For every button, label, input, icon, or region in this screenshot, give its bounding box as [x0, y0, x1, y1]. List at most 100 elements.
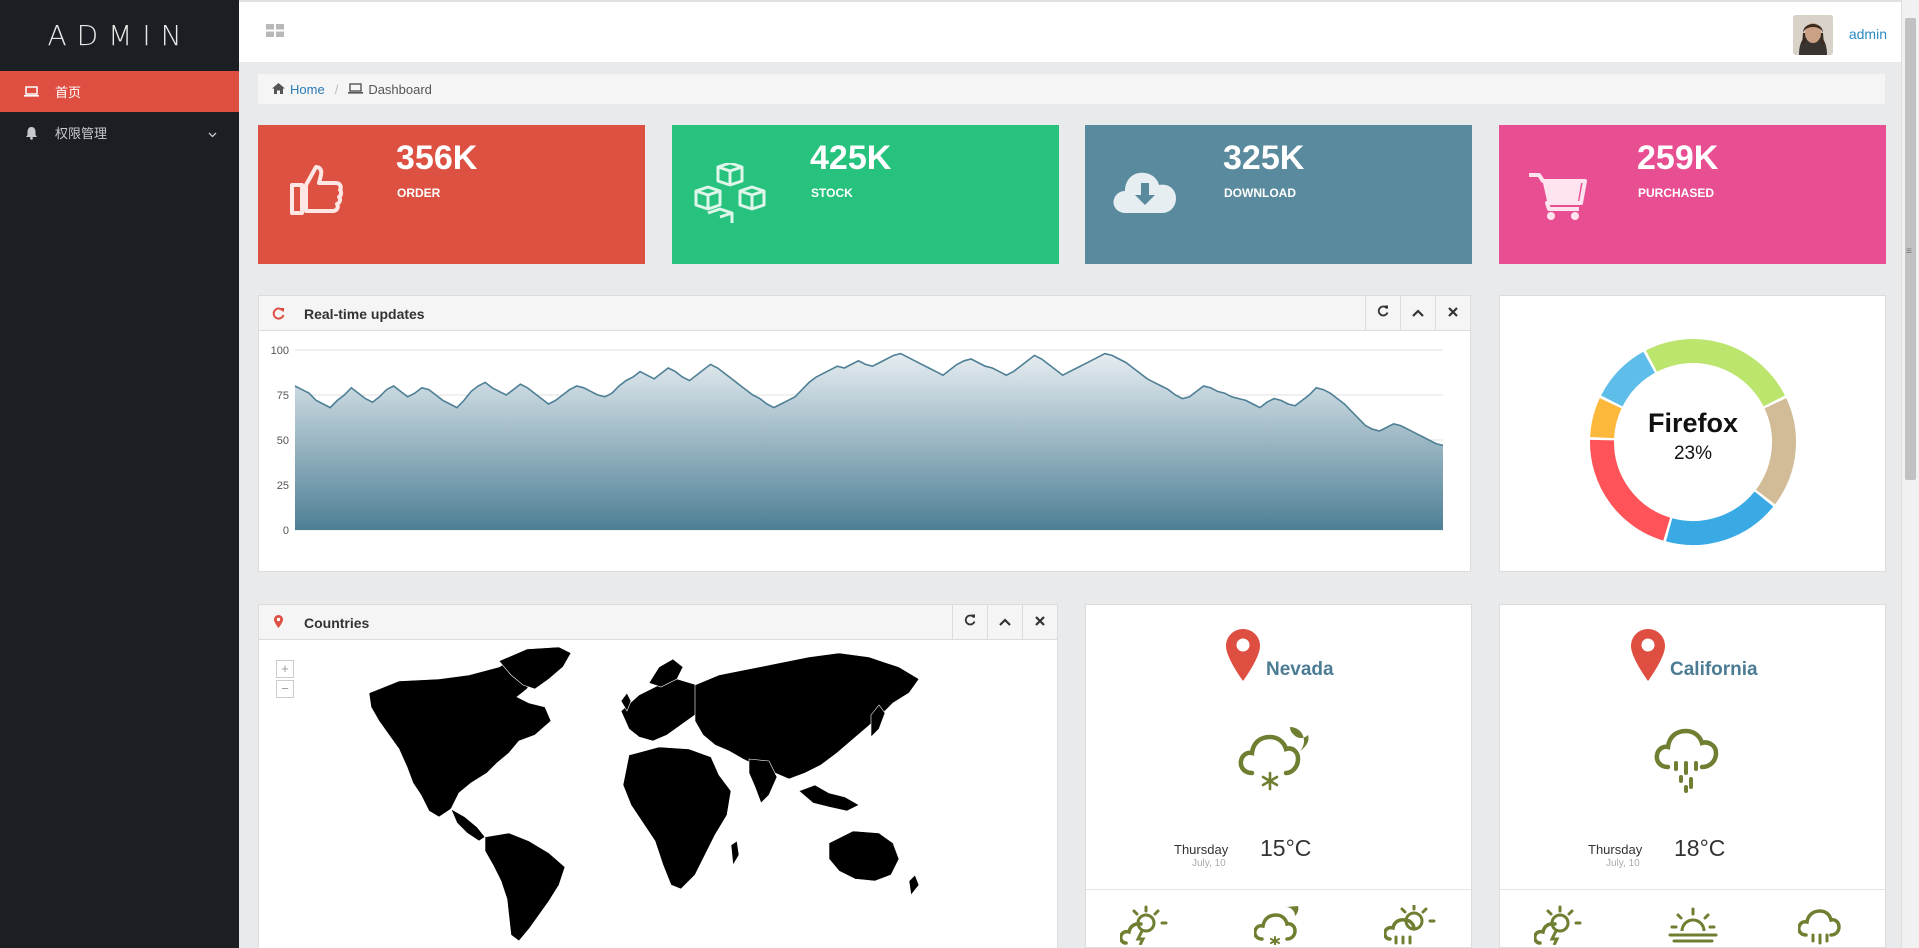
- close-icon: [1448, 304, 1458, 322]
- sun-cloud-lightning-icon: [1533, 905, 1588, 948]
- y-tick-label: 50: [277, 435, 289, 447]
- avatar[interactable]: [1793, 15, 1833, 55]
- madagascar-shape: [730, 840, 740, 866]
- close-button[interactable]: [1022, 605, 1057, 639]
- map-zoom-in-button[interactable]: +: [276, 660, 294, 678]
- weather-divider: [1086, 889, 1471, 890]
- australia-shape: [828, 830, 900, 882]
- order-label: ORDER: [397, 186, 441, 200]
- asia-shape: [694, 652, 920, 780]
- breadcrumb-separator: /: [334, 81, 339, 97]
- purchased-label: PURCHASED: [1638, 186, 1715, 200]
- weather-date: July, 10: [1192, 858, 1226, 869]
- weather-city: Nevada: [1266, 659, 1334, 680]
- sidebar-item-label: 首页: [55, 85, 82, 100]
- donut-slice[interactable]: [1755, 398, 1796, 505]
- africa-shape: [622, 746, 732, 890]
- page-scrollbar[interactable]: ≡: [1901, 0, 1919, 948]
- home-icon: [272, 82, 285, 97]
- close-icon: [1035, 613, 1045, 631]
- order-stat-tile[interactable]: 356K ORDER: [258, 125, 645, 264]
- stock-stat-tile[interactable]: 425K STOCK: [672, 125, 1059, 264]
- donut-center-value: 23%: [1674, 443, 1712, 464]
- cloud-rain-icon: [1797, 905, 1844, 948]
- map-marker-icon: [1226, 629, 1260, 686]
- y-tick-label: 25: [277, 480, 289, 492]
- weather-card-california: California Thursday July, 10 18°C: [1499, 604, 1886, 948]
- donut-center-label: Firefox: [1648, 408, 1738, 438]
- southeast-asia-shape: [798, 784, 860, 812]
- y-tick-label: 100: [271, 345, 289, 357]
- bell-icon: [22, 126, 40, 140]
- chevron-down-icon: [208, 126, 217, 141]
- map-zoom-out-button[interactable]: −: [276, 680, 294, 698]
- sidebar-item-home[interactable]: 首页: [0, 71, 239, 112]
- panel-header: Real-time updates: [259, 296, 1470, 331]
- world-map[interactable]: [359, 645, 979, 945]
- breadcrumb-home-link[interactable]: Home: [290, 82, 325, 97]
- sun-cloud-lightning-icon: [1119, 905, 1174, 948]
- sidebar: ADMIN 首页 权限管理: [0, 0, 239, 948]
- laptop-icon: [22, 85, 40, 99]
- breadcrumb: Home / Dashboard: [258, 74, 1885, 104]
- brand-logo: ADMIN: [47, 19, 192, 52]
- refresh-icon: [272, 307, 285, 325]
- laptop-icon: [348, 82, 364, 97]
- panel-title: Countries: [304, 615, 370, 631]
- sidebar-item-permissions[interactable]: 权限管理: [0, 112, 239, 153]
- realtime-panel: Real-time updates 0 25 50 75 100: [258, 295, 1471, 572]
- weather-divider: [1500, 889, 1885, 890]
- countries-panel: Countries + −: [258, 604, 1058, 948]
- y-tick-label: 75: [277, 390, 289, 402]
- new-zealand-shape: [908, 874, 920, 896]
- weather-city: California: [1670, 659, 1758, 680]
- close-button[interactable]: [1435, 296, 1470, 330]
- weather-day: Thursday: [1588, 842, 1643, 857]
- refresh-icon: [964, 613, 976, 631]
- map-marker-icon: [274, 615, 283, 633]
- purchased-stat-tile[interactable]: 259K PURCHASED: [1499, 125, 1886, 264]
- cloud-download-icon: [1112, 167, 1178, 218]
- weather-date: July, 10: [1606, 858, 1640, 869]
- south-america-shape: [484, 832, 566, 942]
- cloud-moon-snow-icon: [1253, 905, 1300, 948]
- grid-menu-icon[interactable]: [266, 24, 284, 42]
- breadcrumb-current: Dashboard: [368, 81, 432, 97]
- donut-slice[interactable]: [1590, 439, 1671, 541]
- panel-header: Countries: [259, 605, 1057, 640]
- weather-day: Thursday: [1174, 842, 1229, 857]
- user-menu-link[interactable]: admin: [1849, 26, 1887, 42]
- panel-title: Real-time updates: [304, 306, 425, 322]
- refresh-button[interactable]: [952, 605, 987, 639]
- area-series-fill: [295, 353, 1443, 530]
- cloud-moon-snow-icon: [1238, 723, 1314, 798]
- sun-cloud-rain-icon: [1383, 903, 1438, 948]
- browser-donut-panel: Firefox 23%: [1499, 295, 1886, 572]
- donut-slice[interactable]: [1666, 491, 1774, 545]
- realtime-area-chart: 0 25 50 75 100: [271, 345, 1444, 537]
- donut-slice[interactable]: [1645, 339, 1785, 407]
- scrollbar-grip-icon: ≡: [1906, 246, 1912, 257]
- purchased-value: 259K: [1637, 139, 1719, 177]
- download-stat-tile[interactable]: 325K DOWNLOAD: [1085, 125, 1472, 264]
- weather-card-nevada: Nevada Thursday July, 10 15°C: [1085, 604, 1472, 948]
- order-value: 356K: [396, 139, 478, 177]
- top-navbar: admin: [239, 0, 1901, 62]
- refresh-button[interactable]: [1365, 296, 1400, 330]
- download-label: DOWNLOAD: [1224, 186, 1296, 200]
- chevron-up-icon: [1412, 304, 1424, 322]
- cubes-icon: [692, 161, 768, 230]
- sun-haze-icon: [1666, 905, 1720, 948]
- collapse-button[interactable]: [987, 605, 1022, 639]
- stock-value: 425K: [810, 139, 892, 177]
- cloud-rain-icon: [1654, 723, 1726, 800]
- map-marker-icon: [1631, 629, 1665, 686]
- europe-shape: [620, 678, 704, 742]
- weather-temperature: 15°C: [1260, 835, 1312, 861]
- donut-slice[interactable]: [1601, 351, 1656, 407]
- donut-slice[interactable]: [1590, 398, 1622, 439]
- sidebar-item-label: 权限管理: [55, 126, 108, 141]
- chevron-up-icon: [999, 613, 1011, 631]
- thumbs-up-icon: [286, 159, 346, 224]
- collapse-button[interactable]: [1400, 296, 1435, 330]
